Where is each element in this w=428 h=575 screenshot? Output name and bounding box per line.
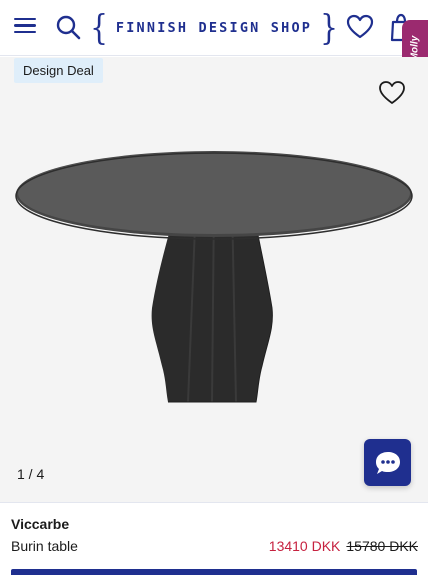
search-icon[interactable] (55, 14, 81, 40)
hamburger-menu-icon[interactable] (12, 14, 38, 40)
product-brand[interactable]: Viccarbe (11, 516, 69, 532)
design-deal-badge: Design Deal (14, 58, 103, 83)
logo-text: FINNISH DESIGN SHOP (115, 20, 313, 36)
image-counter: 1 / 4 (17, 466, 45, 482)
chat-bubble-icon (375, 451, 400, 474)
chat-button[interactable] (364, 439, 411, 486)
site-logo[interactable]: { FINNISH DESIGN SHOP } (90, 10, 338, 46)
add-to-cart-button[interactable] (11, 569, 417, 575)
product-name: Burin table (11, 538, 78, 554)
add-to-wishlist-heart-icon[interactable] (378, 80, 406, 106)
original-price: 15780 DKK (346, 538, 418, 554)
sale-price: 13410 DKK (268, 538, 341, 554)
logo-left-brace: { (90, 6, 108, 48)
product-image (15, 151, 413, 403)
site-header: { FINNISH DESIGN SHOP } (0, 0, 428, 56)
heart-icon[interactable] (346, 14, 374, 40)
logo-right-brace: } (320, 6, 338, 48)
product-price: 13410 DKK 15780 DKK (269, 538, 418, 554)
